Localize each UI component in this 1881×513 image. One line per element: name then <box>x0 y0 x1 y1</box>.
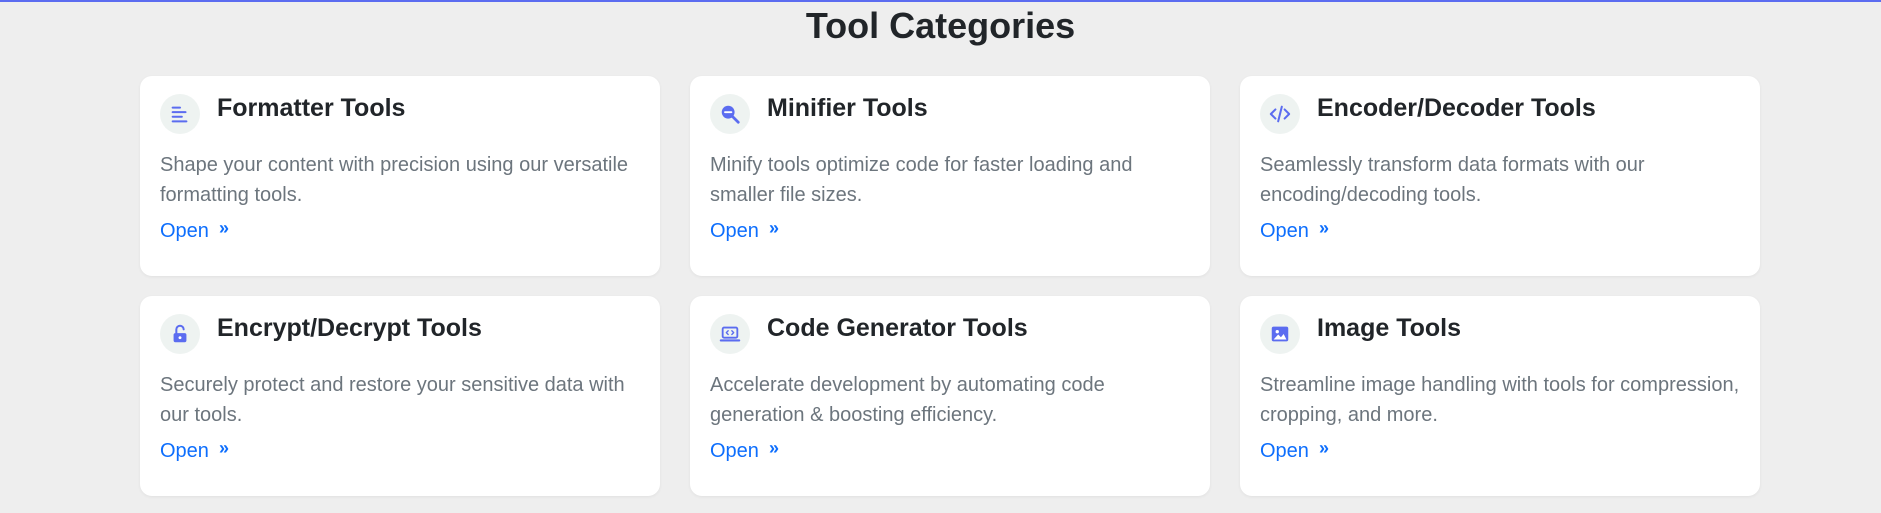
open-link-label: Open <box>710 220 759 242</box>
card-title: Encoder/Decoder Tools <box>1317 94 1596 122</box>
page-title: Tool Categories <box>805 5 1076 46</box>
card-header: Minifier Tools <box>710 94 1190 134</box>
card-description: Shape your content with precision using … <box>160 154 629 206</box>
open-link-formatter-tools[interactable]: Open » <box>160 218 229 244</box>
unlock-icon <box>160 314 200 354</box>
chevron-double-right-icon: » <box>1318 218 1329 238</box>
open-link-image-tools[interactable]: Open » <box>1260 438 1329 464</box>
card-description: Streamline image handling with tools for… <box>1260 374 1740 426</box>
card-description: Seamlessly transform data formats with o… <box>1260 154 1645 206</box>
chevron-double-right-icon: » <box>768 438 779 458</box>
open-link-encoder-decoder-tools[interactable]: Open » <box>1260 218 1329 244</box>
card-encrypt-decrypt-tools: Encrypt/Decrypt Tools Securely protect a… <box>140 296 660 496</box>
card-header: Formatter Tools <box>160 94 640 134</box>
open-link-code-generator-tools[interactable]: Open » <box>710 438 779 464</box>
card-encoder-decoder-tools: Encoder/Decoder Tools Seamlessly transfo… <box>1240 76 1760 276</box>
card-title: Code Generator Tools <box>767 314 1028 342</box>
chevron-double-right-icon: » <box>768 218 779 238</box>
card-minifier-tools: Minifier Tools Minify tools optimize cod… <box>690 76 1210 276</box>
card-description: Accelerate development by automating cod… <box>710 374 1105 426</box>
card-header: Image Tools <box>1260 314 1740 354</box>
card-code-generator-tools: Code Generator Tools Accelerate developm… <box>690 296 1210 496</box>
card-image-tools: Image Tools Streamline image handling wi… <box>1240 296 1760 496</box>
card-description: Minify tools optimize code for faster lo… <box>710 154 1133 206</box>
card-header: Code Generator Tools <box>710 314 1190 354</box>
open-link-label: Open <box>710 440 759 462</box>
card-title: Formatter Tools <box>217 94 406 122</box>
code-icon <box>1260 94 1300 134</box>
card-header: Encrypt/Decrypt Tools <box>160 314 640 354</box>
chevron-double-right-icon: » <box>218 218 229 238</box>
card-title: Encrypt/Decrypt Tools <box>217 314 482 342</box>
chevron-double-right-icon: » <box>1318 438 1329 458</box>
open-link-label: Open <box>1260 440 1309 462</box>
card-header: Encoder/Decoder Tools <box>1260 94 1740 134</box>
open-link-label: Open <box>160 220 209 242</box>
open-link-encrypt-decrypt-tools[interactable]: Open » <box>160 438 229 464</box>
card-description: Securely protect and restore your sensit… <box>160 374 625 426</box>
laptop-code-icon <box>710 314 750 354</box>
open-link-minifier-tools[interactable]: Open » <box>710 218 779 244</box>
search-minus-icon <box>710 94 750 134</box>
chevron-double-right-icon: » <box>218 438 229 458</box>
card-formatter-tools: Formatter Tools Shape your content with … <box>140 76 660 276</box>
card-title: Minifier Tools <box>767 94 928 122</box>
tool-category-grid: Formatter Tools Shape your content with … <box>140 76 1760 496</box>
align-left-icon <box>160 94 200 134</box>
image-icon <box>1260 314 1300 354</box>
open-link-label: Open <box>160 440 209 462</box>
card-title: Image Tools <box>1317 314 1462 342</box>
open-link-label: Open <box>1260 220 1309 242</box>
